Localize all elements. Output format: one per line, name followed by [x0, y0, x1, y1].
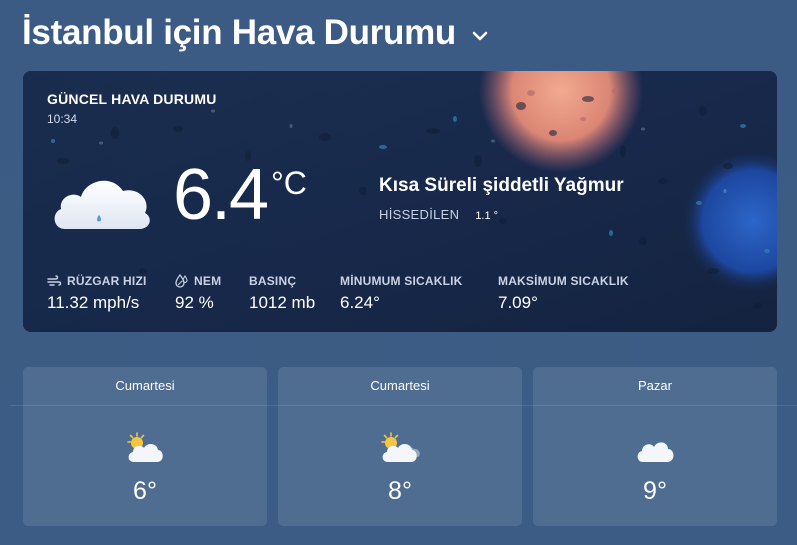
page-header: İstanbul için Hava Durumu: [22, 8, 490, 58]
partly-cloudy-dark-icon: [381, 432, 420, 462]
current-temperature: 6.4: [173, 155, 269, 235]
stat-humidity-value: 92 %: [175, 293, 214, 312]
chevron-down-icon[interactable]: [470, 26, 490, 46]
temperature-unit: °C: [271, 165, 307, 201]
stat-min-temp-label: MİNUMUM SICAKLIK: [340, 274, 463, 288]
partly-cloudy-icon: [127, 432, 163, 462]
feels-like-label: HİSSEDİLEN: [379, 207, 460, 222]
current-time: 10:34: [47, 112, 78, 126]
stat-max-temp-label: MAKSİMUM SICAKLIK: [498, 274, 629, 288]
feels-like-value: 1.1 °: [475, 210, 499, 222]
cloud-icon: [637, 442, 674, 462]
stat-wind: RÜZGAR HIZI 11.32 mph/s: [47, 273, 147, 313]
forecast-day: Cumartesi: [370, 378, 430, 393]
forecast-card[interactable]: Pazar 9°: [533, 367, 777, 526]
stat-pressure: BASINÇ 1012 mb: [249, 273, 315, 313]
stat-max-temp: MAKSİMUM SICAKLIK 7.09°: [498, 273, 629, 313]
forecast-temperature: 8°: [388, 477, 412, 505]
stat-pressure-value: 1012 mb: [249, 293, 316, 312]
stat-wind-value: 11.32 mph/s: [47, 293, 140, 312]
stat-humidity-label: NEM: [194, 274, 222, 288]
weather-page: İstanbul için Hava Durumu GÜNCEL HAVA DU…: [0, 0, 797, 545]
forecast-temperature: 9°: [643, 477, 667, 505]
forecast-temperature: 6°: [133, 477, 157, 505]
forecast-day: Pazar: [638, 378, 672, 393]
wind-icon: [47, 275, 62, 286]
stat-max-temp-value: 7.09°: [498, 293, 538, 312]
weather-description: Kısa Süreli şiddetli Yağmur: [379, 175, 624, 196]
stat-wind-label: RÜZGAR HIZI: [67, 274, 147, 288]
current-weather-card: GÜNCEL HAVA DURUMU 10:34 6.4 °C Kısa Sür…: [23, 71, 777, 332]
current-weather-title: GÜNCEL HAVA DURUMU: [47, 91, 217, 107]
stat-humidity: NEM 92 %: [175, 273, 221, 313]
feels-like: HİSSEDİLEN 1.1 °: [379, 207, 498, 222]
cloud-rain-icon: [54, 180, 150, 229]
forecast-day: Cumartesi: [115, 378, 175, 393]
forecast-card[interactable]: Cumartesi 6°: [23, 367, 267, 526]
stat-min-temp-value: 6.24°: [340, 293, 380, 312]
stat-pressure-label: BASINÇ: [249, 274, 297, 288]
forecast-card[interactable]: Cumartesi 8°: [278, 367, 522, 526]
page-title: İstanbul için Hava Durumu: [22, 13, 456, 52]
stat-min-temp: MİNUMUM SICAKLIK 6.24°: [340, 273, 463, 313]
humidity-icon: [175, 274, 188, 288]
